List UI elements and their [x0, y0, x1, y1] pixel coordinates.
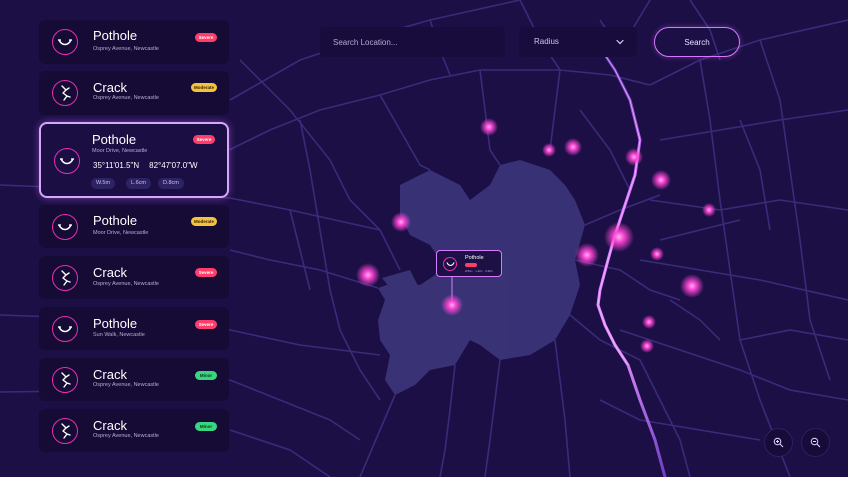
hotspot [542, 143, 556, 157]
report-title: Pothole [93, 28, 138, 43]
hotspot [702, 203, 716, 217]
report-card[interactable]: Crack Osprey Avenue, Newcastle Minor [39, 358, 229, 401]
popup-tag: D.8cm [485, 270, 493, 273]
hotspot [650, 247, 664, 261]
coordinates: 35°11'01.5"N 82°47'07.0"W [93, 161, 208, 170]
popup-severity-badge [465, 263, 477, 267]
hotspot [680, 274, 704, 298]
radius-selected-value: Radius [534, 37, 559, 46]
severity-badge: Minor [195, 371, 217, 380]
report-title: Pothole [92, 132, 137, 147]
pothole-icon [52, 316, 78, 342]
severity-badge: Severe [195, 268, 217, 277]
severity-badge: Severe [193, 135, 215, 144]
latitude: 35°11'01.5"N [93, 161, 140, 170]
severity-badge: Moderate [190, 83, 217, 92]
zoom-in-icon [773, 437, 784, 448]
report-location: Sun Walk, Newcastle [93, 332, 145, 338]
zoom-out-icon [810, 437, 821, 448]
severity-badge: Severe [195, 320, 217, 329]
map-popup[interactable]: Pothole W.5cm L.6cm D.8cm [436, 250, 502, 277]
report-card[interactable]: Crack Osprey Avenue, Newcastle Moderate [39, 71, 229, 115]
urban-area [378, 160, 585, 395]
report-title: Pothole [93, 316, 138, 331]
hotspot [391, 212, 411, 232]
report-card[interactable]: Crack Osprey Avenue, Newcastle Severe [39, 256, 229, 299]
crack-icon [52, 418, 78, 444]
hotspot [651, 170, 671, 190]
chevron-down-icon [616, 39, 624, 45]
search-button[interactable]: Search [654, 27, 740, 57]
report-title: Crack [93, 418, 127, 433]
crack-icon [52, 80, 78, 106]
popup-title: Pothole [465, 255, 484, 261]
hotspot [642, 315, 656, 329]
pothole-icon [54, 148, 80, 174]
hotspot [604, 222, 634, 252]
crack-icon [52, 367, 78, 393]
crack-icon [52, 265, 78, 291]
measure-chip-length: L.6cm [126, 178, 151, 189]
pothole-icon [443, 257, 457, 271]
report-location: Osprey Avenue, Newcastle [93, 46, 159, 52]
report-card-selected[interactable]: Pothole Moor Drive, Newcastle Severe 35°… [39, 122, 229, 198]
longitude: 82°47'07.0"W [149, 161, 198, 170]
popup-measurements: W.5cm L.6cm D.8cm [465, 270, 496, 273]
severity-badge: Minor [195, 422, 217, 431]
radius-select[interactable]: Radius [519, 27, 637, 57]
hotspot [356, 263, 380, 287]
hotspot [640, 339, 654, 353]
report-card[interactable]: Pothole Moor Drive, Newcastle Moderate [39, 205, 229, 248]
zoom-in-button[interactable] [764, 428, 793, 457]
search-location-input[interactable] [320, 27, 505, 57]
report-title: Crack [93, 80, 127, 95]
report-title: Crack [93, 367, 127, 382]
report-card[interactable]: Pothole Sun Walk, Newcastle Severe [39, 307, 229, 350]
hotspot [480, 118, 498, 136]
pothole-icon [52, 214, 78, 240]
popup-tag: L.6cm [475, 270, 483, 273]
pothole-icon [52, 29, 78, 55]
hotspot [575, 243, 599, 267]
severity-badge: Moderate [190, 217, 217, 226]
report-location: Moor Drive, Newcastle [92, 148, 148, 154]
report-location: Osprey Avenue, Newcastle [93, 95, 159, 101]
report-location: Osprey Avenue, Newcastle [93, 433, 159, 439]
zoom-out-button[interactable] [801, 428, 830, 457]
hotspot [441, 294, 463, 316]
report-location: Osprey Avenue, Newcastle [93, 382, 159, 388]
measure-chip-width: W.5m [91, 178, 116, 189]
report-location: Osprey Avenue, Newcastle [93, 281, 159, 287]
severity-badge: Severe [195, 33, 217, 42]
report-card[interactable]: Crack Osprey Avenue, Newcastle Minor [39, 409, 229, 452]
report-card[interactable]: Pothole Osprey Avenue, Newcastle Severe [39, 20, 229, 64]
report-title: Pothole [93, 213, 138, 228]
hotspot [625, 148, 643, 166]
report-location: Moor Drive, Newcastle [93, 230, 149, 236]
hotspot [564, 138, 582, 156]
measure-chip-depth: D.8cm [158, 178, 184, 189]
popup-tag: W.5cm [465, 270, 473, 273]
report-title: Crack [93, 265, 127, 280]
